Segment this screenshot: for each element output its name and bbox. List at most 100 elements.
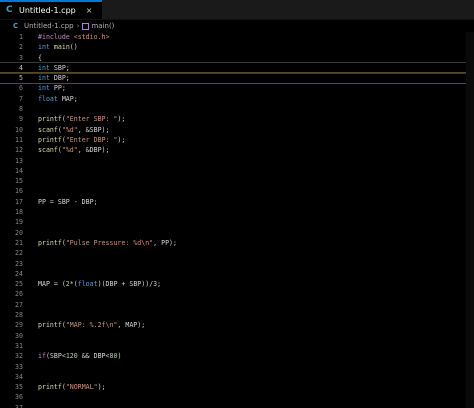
line-number: 8 [19,105,23,114]
line-number: 31 [15,341,23,350]
code-token: <stdio.h> [73,33,110,41]
line-number: 35 [15,383,23,392]
code-line[interactable]: 19 [0,217,474,227]
code-token: if [38,352,46,361]
code-token: int [38,43,50,52]
line-number: 18 [15,208,23,217]
code-line[interactable]: 23 [0,259,474,269]
code-line[interactable]: 24 [0,269,474,279]
code-line[interactable]: 34 [0,372,474,382]
code-line[interactable]: 6 int PP; [0,83,474,93]
line-number: 4 [19,63,23,72]
breadcrumb: C Untitled-1.cpp › main() [0,20,474,32]
code-token: printf [38,238,62,247]
code-line[interactable]: 32 if(SBP<120 && DBP<80) [0,351,474,361]
code-token: scanf [38,146,58,155]
code-token: scanf [38,125,58,134]
code-line[interactable]: 10 scanf("%d", &SBP); [0,125,474,135]
code-text: printf("Enter SBP: "); [38,114,125,124]
code-token: , &SBP); [77,125,110,134]
code-token: , MAP); [117,321,146,330]
code-token: "Pulse Pressure: %d\n" [65,238,154,247]
code-line[interactable]: 9 printf("Enter SBP: "); [0,114,474,124]
code-line[interactable]: 11 printf("Enter DBP: "); [0,135,474,145]
line-number: 21 [15,238,23,247]
code-token: "MAP: %.2f\n" [65,321,118,330]
code-text: MAP = (2*(float)(DBP + SBP))/3; [38,279,161,289]
line-number: 19 [15,218,23,227]
line-number: 20 [15,228,23,237]
code-text: int SBP; [38,63,70,73]
code-token: MAP; [57,94,78,103]
code-line[interactable]: 26 [0,289,474,299]
code-text: int DBP; [38,73,70,83]
code-line[interactable]: 33 [0,362,474,372]
line-number: 14 [15,166,23,175]
code-text: #include <stdio.h> [38,32,109,42]
code-line[interactable]: 12 scanf("%d", &DBP); [0,145,474,155]
line-number: 30 [15,331,23,340]
code-line[interactable]: 36 [0,392,474,402]
code-line[interactable]: 31 [0,341,474,351]
code-token: "Enter SBP: " [65,115,118,124]
code-text: float MAP; [38,94,78,104]
code-line[interactable]: 28 [0,310,474,320]
code-token: ); [97,383,106,392]
overview-ruler[interactable] [466,32,474,408]
code-line[interactable]: 15 [0,176,474,186]
code-line[interactable]: 35 printf("NORMAL"); [0,382,474,392]
function-symbol-icon [82,22,90,30]
code-text: int main() [38,42,78,52]
code-line[interactable]: 21 printf("Pulse Pressure: %d\n", PP); [0,238,474,248]
tab-bar: C Untitled-1.cpp × [0,0,474,20]
code-token: PP = SBP - DBP; [38,197,98,206]
code-token: int [38,74,50,83]
code-line[interactable]: 30 [0,331,474,341]
chevron-right-icon: › [76,22,80,30]
code-line[interactable]: 22 [0,248,474,258]
code-line[interactable]: 25 MAP = (2*(float)(DBP + SBP))/3; [0,279,474,289]
code-line[interactable]: 16 [0,186,474,196]
code-text: printf("Enter DBP: "); [38,135,125,145]
code-line[interactable]: 29 printf("MAP: %.2f\n", MAP); [0,320,474,330]
code-token: printf [38,115,62,124]
breadcrumb-symbol[interactable]: main() [91,22,114,30]
line-number: 11 [15,135,23,144]
code-line[interactable]: 37 [0,403,474,408]
line-number: 29 [15,321,23,330]
code-line[interactable]: 2 int main() [0,42,474,52]
c-icon: C [13,21,19,30]
code-token: float [38,94,58,103]
code-editor[interactable]: 1 #include <stdio.h> 2 int main() 3{4 int SBP… [0,32,474,408]
line-number: 16 [15,187,23,196]
code-line[interactable]: 20 [0,228,474,238]
line-number: 5 [19,74,23,83]
code-line[interactable]: 17 PP = SBP - DBP; [0,197,474,207]
line-number: 6 [19,84,23,93]
code-token: "%d" [61,125,78,134]
code-token: { [38,53,42,62]
code-token: ); [117,135,126,144]
code-line[interactable]: 27 [0,300,474,310]
code-line[interactable]: 5 int DBP; [0,72,474,85]
code-line[interactable]: 4 int SBP; [0,61,474,75]
code-line[interactable]: 14 [0,166,474,176]
code-line[interactable]: 18 [0,207,474,217]
breadcrumb-file[interactable]: Untitled-1.cpp [24,22,74,30]
code-text: int PP; [38,83,66,93]
tab-untitled-1[interactable]: C Untitled-1.cpp × [0,0,103,19]
line-number: 26 [15,290,23,299]
code-token: , &DBP); [77,146,110,155]
code-token: float [77,280,98,289]
code-line[interactable]: 3{ [0,53,474,63]
code-line[interactable]: 7 float MAP; [0,94,474,104]
code-text: printf("Pulse Pressure: %d\n", PP); [38,238,177,248]
code-line[interactable]: 13 [0,156,474,166]
close-icon[interactable]: × [86,6,93,15]
code-token: )(DBP + SBP))/ [97,280,154,289]
line-number: 15 [15,177,23,186]
code-text: { [38,53,42,63]
code-line[interactable]: 8 [0,104,474,114]
code-line[interactable]: 1 #include <stdio.h> [0,32,474,42]
line-number: 22 [15,249,23,258]
